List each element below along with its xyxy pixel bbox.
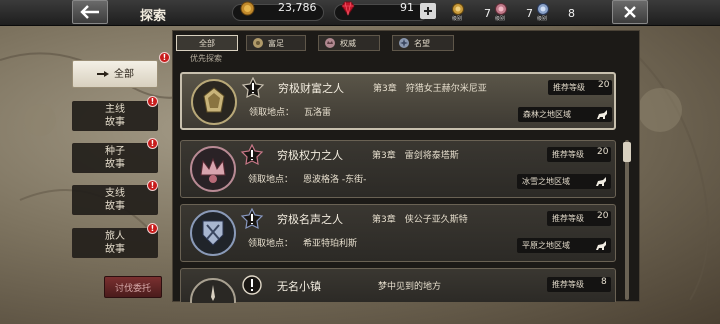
horse-rider-icon[interactable] <box>594 239 608 252</box>
quest-name: 穷极权力之人 <box>277 149 343 162</box>
fame-emblem-icon <box>190 210 236 256</box>
location-label: 领取地点： <box>248 239 294 249</box>
quest-chapter: 梦中见到的地方 <box>378 282 442 292</box>
sidebar-item-main-story[interactable]: 主线 故事 <box>72 101 158 131</box>
quest-star-icon <box>241 77 265 99</box>
power-icon <box>325 38 335 48</box>
wealth-icon <box>253 38 263 48</box>
location-value: 恩波格洛 -东街- <box>303 175 367 185</box>
fame-icon <box>399 38 409 48</box>
gold-amount: 23,786 <box>278 1 317 14</box>
quest-name: 穷极名声之人 <box>277 213 343 226</box>
location-label: 领取地点： <box>249 108 295 118</box>
scrollbar[interactable] <box>623 140 631 300</box>
sidebar-item-seed-story[interactable]: 种子 故事 <box>72 143 158 173</box>
quest-star-icon <box>240 208 264 230</box>
tab-fame[interactable]: 名望 <box>392 35 454 51</box>
tab-label: 名望 <box>414 38 430 48</box>
sidebar-item-label: 主线 故事 <box>105 104 125 128</box>
sidebar-item-all[interactable]: 全部 <box>72 60 158 88</box>
tab-label: 全部 <box>199 38 215 48</box>
wealth-emblem-icon <box>191 79 237 125</box>
gem-amount: 91 <box>400 1 414 14</box>
horse-rider-icon[interactable] <box>595 108 609 121</box>
blue-medal-count: 8 <box>568 7 575 20</box>
quest-star-icon <box>240 144 264 166</box>
close-icon <box>624 6 636 18</box>
location-label: 领取地点： <box>248 175 294 185</box>
quest-card[interactable]: 穷极名声之人 第3章 侠公子亚久斯特 领取地点： 希亚特珀利斯 推荐等级 20 … <box>180 204 616 262</box>
sidebar-item-label: 旅人 故事 <box>105 231 125 255</box>
pink-medal-count: 7 <box>526 7 533 20</box>
section-label: 优先探索 <box>190 54 222 63</box>
quest-exclamation-icon <box>242 275 262 295</box>
quest-chapter: 第3章 侠公子亚久斯特 <box>372 215 468 225</box>
hunt-request-button[interactable]: 讨伐委托 <box>104 276 162 298</box>
recommended-level: 20 <box>598 80 610 90</box>
quest-name: 无名小镇 <box>277 280 321 293</box>
tab-all[interactable]: 全部 <box>176 35 238 51</box>
arrow-left-icon <box>80 5 99 19</box>
sidebar-item-label: 支线 故事 <box>105 188 125 212</box>
sidebar-item-label: 全部 <box>114 68 134 80</box>
tab-label: 权威 <box>340 38 356 48</box>
power-emblem-icon <box>190 146 236 192</box>
recommended-level: 8 <box>601 277 607 287</box>
quest-card[interactable]: 穷极权力之人 第3章 雷剑将泰塔斯 领取地点： 恩波格洛 -东街- 推荐等级 2… <box>180 140 616 198</box>
medal-sublabel: 级别 <box>452 16 463 22</box>
close-button[interactable] <box>612 0 648 24</box>
plus-icon <box>424 7 432 15</box>
tab-wealth[interactable]: 富足 <box>246 35 306 51</box>
ruby-gem-icon <box>341 1 355 16</box>
quest-card[interactable]: 穷极财富之人 第3章 狩猎女王赫尔米尼亚 领取地点： 瓦洛雷 推荐等级 20 森… <box>180 72 616 130</box>
gold-medal-count: 7 <box>484 7 491 20</box>
recommended-level: 20 <box>597 147 609 157</box>
sidebar-item-label: 种子 故事 <box>105 146 125 170</box>
quest-chapter: 第3章 狩猎女王赫尔米尼亚 <box>373 84 487 94</box>
pointing-hand-icon <box>97 71 109 77</box>
medal-sublabel: 级别 <box>495 16 506 22</box>
quest-chapter: 第3章 雷剑将泰塔斯 <box>372 151 459 161</box>
quest-name: 穷极财富之人 <box>278 82 344 95</box>
gold-coin-icon <box>240 1 255 16</box>
tab-label: 富足 <box>268 38 284 48</box>
horse-rider-icon[interactable] <box>594 175 608 188</box>
back-button[interactable] <box>72 0 108 24</box>
alert-badge: ! <box>147 223 158 234</box>
tab-power[interactable]: 权威 <box>318 35 380 51</box>
alert-badge: ! <box>159 52 170 63</box>
quest-card[interactable]: 无名小镇 梦中见到的地方 推荐等级 8 <box>180 268 616 303</box>
add-gems-button[interactable] <box>420 3 436 19</box>
page-title: 探索 <box>140 9 167 24</box>
alert-badge: ! <box>147 138 158 149</box>
town-emblem-icon <box>190 278 236 303</box>
recommended-level: 20 <box>597 211 609 221</box>
alert-badge: ! <box>147 180 158 191</box>
location-value: 希亚特珀利斯 <box>303 239 358 249</box>
location-value: 瓦洛雷 <box>304 108 332 118</box>
alert-badge: ! <box>147 96 158 107</box>
sidebar-item-side-story[interactable]: 支线 故事 <box>72 185 158 215</box>
medal-sublabel: 级别 <box>537 16 548 22</box>
sidebar-item-traveler-story[interactable]: 旅人 故事 <box>72 228 158 258</box>
